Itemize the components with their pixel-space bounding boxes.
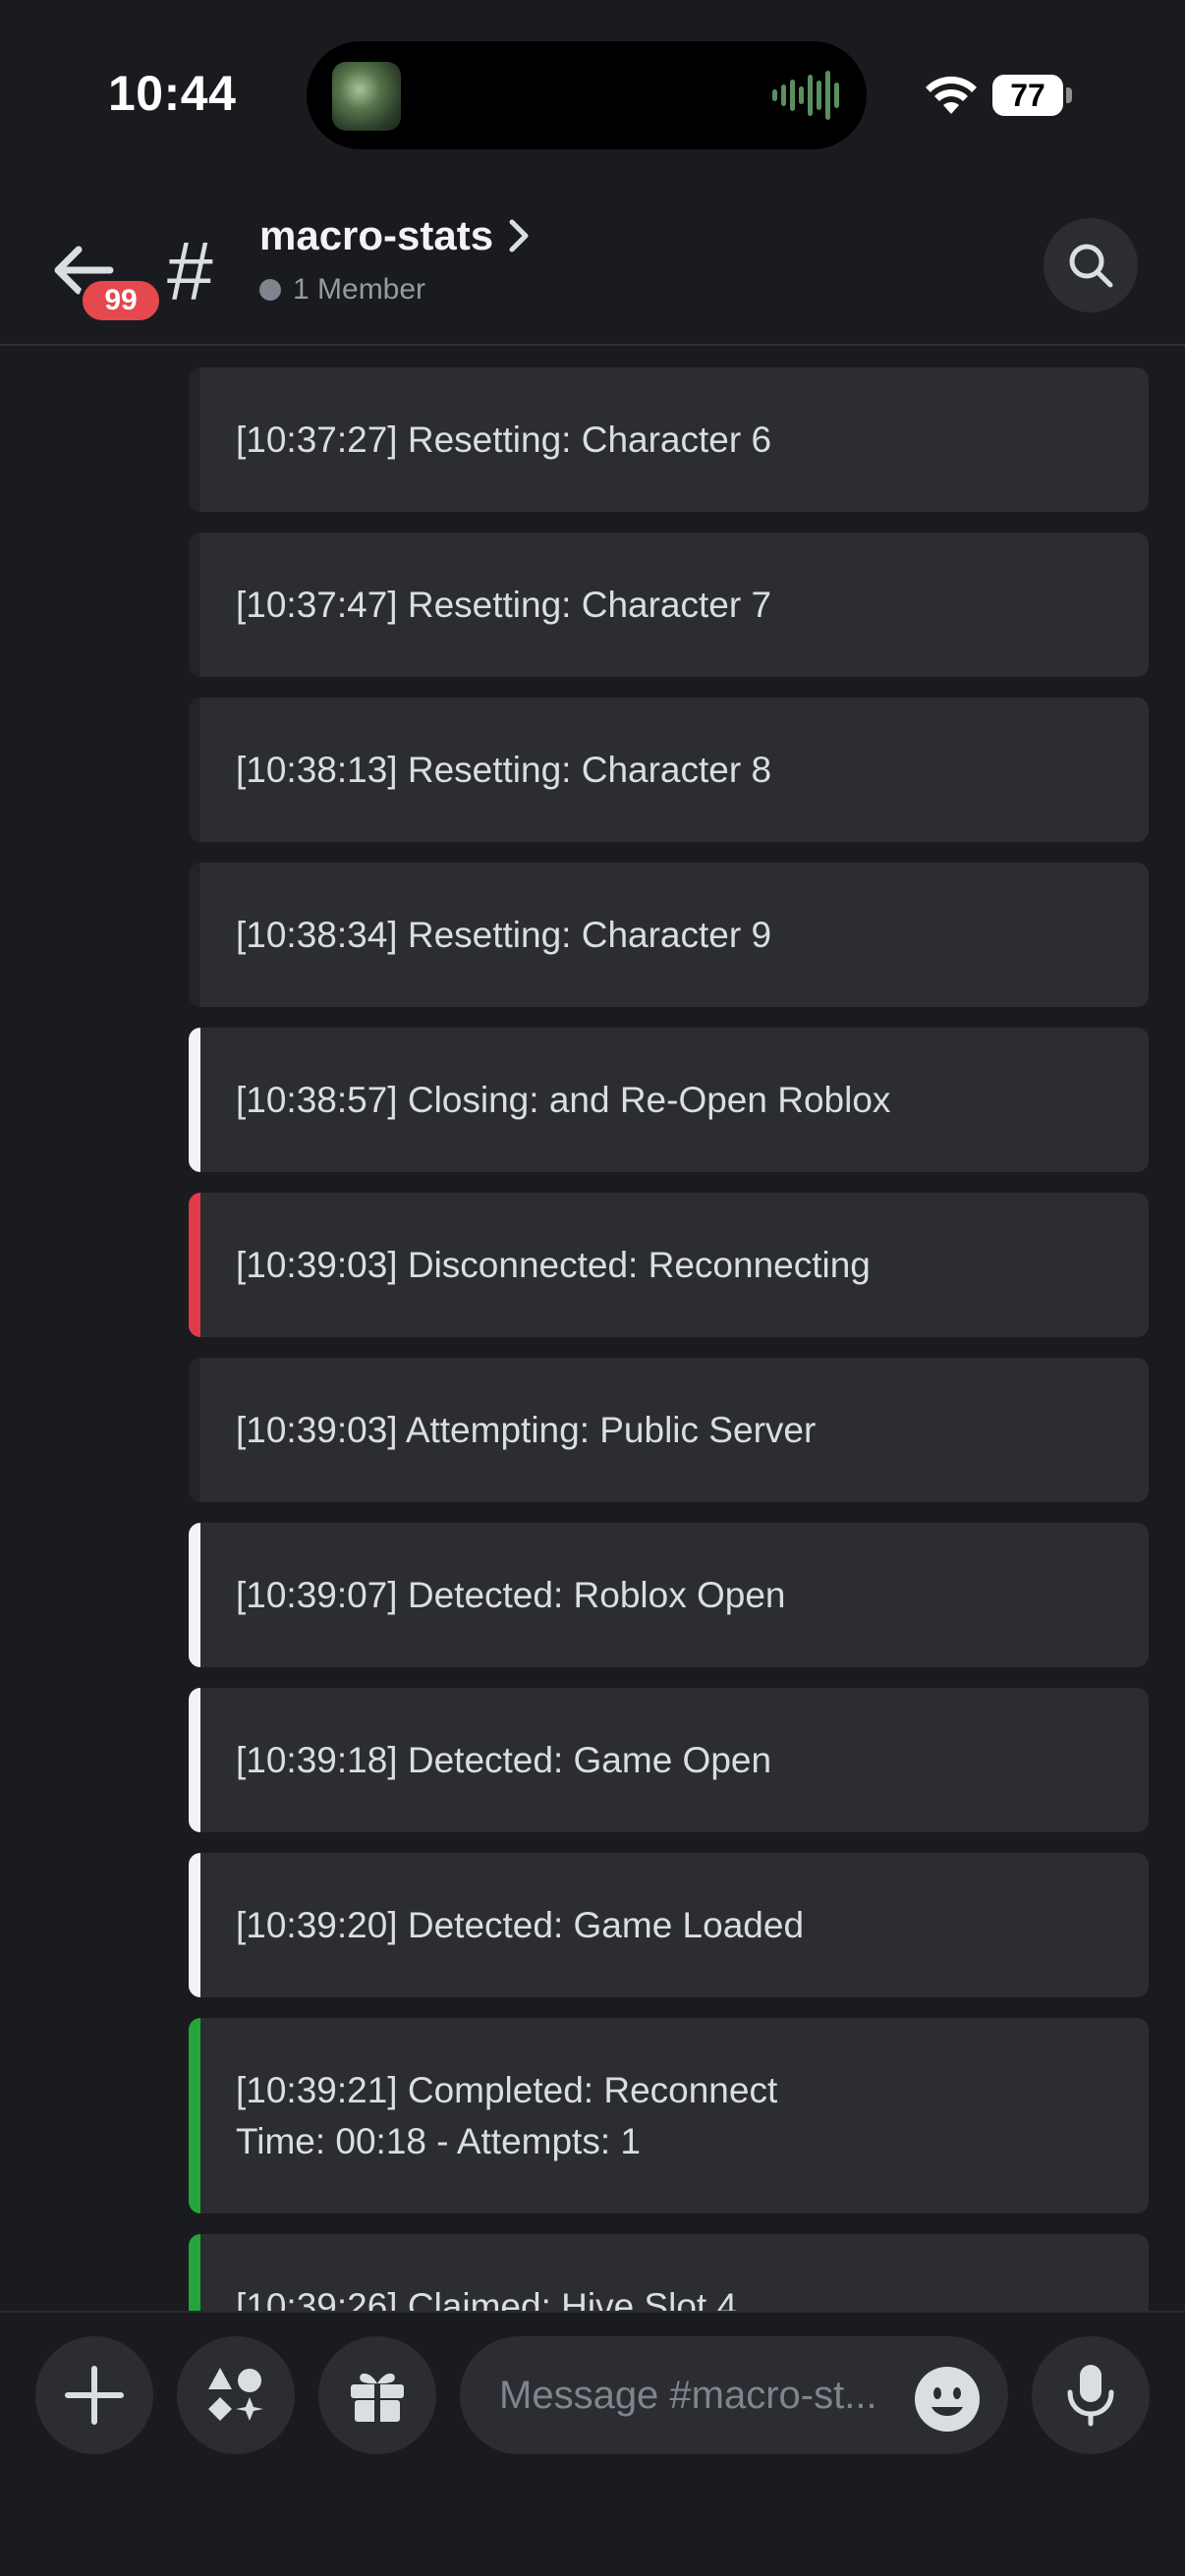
embed-message[interactable]: [10:39:03] Disconnected: Reconnecting — [189, 1193, 1149, 1337]
embed-text: Time: 00:18 - Attempts: 1 — [236, 2121, 641, 2161]
channel-name: macro-stats — [259, 212, 494, 258]
member-count[interactable]: 1 Member — [259, 273, 425, 307]
status-time: 10:44 — [108, 66, 237, 121]
embed-message[interactable]: [10:39:21] Completed: Reconnect Time: 00… — [189, 2018, 1149, 2213]
voice-message-button[interactable] — [1032, 2336, 1150, 2454]
status-bar: 10:44 77 — [0, 0, 1185, 187]
embed-text: [10:39:07] Detected: Roblox Open — [236, 1575, 786, 1615]
gift-button[interactable] — [318, 2336, 436, 2454]
battery-icon: 77 — [992, 75, 1072, 116]
embed-text: [10:38:57] Closing: and Re-Open Roblox — [236, 1080, 891, 1120]
embed-text: [10:39:21] Completed: Reconnect — [236, 2070, 778, 2110]
message-composer: Message #macro-st... — [0, 2311, 1185, 2576]
embed-message[interactable]: [10:39:20] Detected: Game Loaded — [189, 1853, 1149, 1997]
chevron-right-icon — [509, 219, 529, 252]
add-attachment-button[interactable] — [35, 2336, 153, 2454]
apps-icon — [208, 2368, 263, 2421]
channel-hash-icon: # — [167, 225, 213, 317]
wifi-icon — [926, 76, 977, 114]
embed-message[interactable]: [10:37:27] Resetting: Character 6 — [189, 367, 1149, 512]
channel-title[interactable]: macro-stats — [259, 212, 533, 259]
embed-text: [10:38:13] Resetting: Character 8 — [236, 750, 772, 790]
embed-message[interactable]: [10:38:13] Resetting: Character 8 — [189, 698, 1149, 842]
embed-message[interactable]: [10:38:34] Resetting: Character 9 — [189, 863, 1149, 1007]
apps-button[interactable] — [177, 2336, 295, 2454]
embed-message[interactable]: [10:39:26] Claimed: Hive Slot 4 — [189, 2234, 1149, 2311]
audio-waveform-icon — [772, 71, 839, 120]
channel-header: 99 # macro-stats 1 Member — [0, 187, 1185, 346]
embed-text: [10:37:27] Resetting: Character 6 — [236, 420, 772, 460]
unread-badge: 99 — [79, 277, 163, 324]
battery-level: 77 — [1010, 78, 1045, 113]
plus-icon — [65, 2366, 124, 2425]
message-list[interactable]: [10:37:27] Resetting: Character 6 [10:37… — [0, 348, 1185, 2311]
embed-text: [10:39:03] Attempting: Public Server — [236, 1410, 817, 1450]
embed-message[interactable]: [10:39:18] Detected: Game Open — [189, 1688, 1149, 1832]
embed-message[interactable]: [10:39:07] Detected: Roblox Open — [189, 1523, 1149, 1667]
message-input-placeholder: Message #macro-st... — [499, 2373, 877, 2417]
dynamic-island[interactable] — [307, 41, 867, 149]
embed-message[interactable]: [10:37:47] Resetting: Character 7 — [189, 532, 1149, 677]
search-button[interactable] — [1044, 218, 1138, 312]
microphone-icon — [1067, 2365, 1114, 2427]
search-icon — [1069, 244, 1113, 288]
embed-message[interactable]: [10:39:03] Attempting: Public Server — [189, 1358, 1149, 1502]
now-playing-thumbnail — [332, 62, 401, 131]
gift-icon — [351, 2373, 404, 2422]
embed-text: [10:39:18] Detected: Game Open — [236, 1740, 772, 1780]
embed-text: [10:39:03] Disconnected: Reconnecting — [236, 1245, 871, 1285]
status-dot — [259, 279, 281, 301]
embed-text: [10:39:20] Detected: Game Loaded — [236, 1905, 805, 1945]
embed-text: [10:38:34] Resetting: Character 9 — [236, 915, 772, 955]
embed-message[interactable]: [10:38:57] Closing: and Re-Open Roblox — [189, 1028, 1149, 1172]
embed-text: [10:39:26] Claimed: Hive Slot 4 — [236, 2286, 738, 2311]
emoji-icon[interactable] — [914, 2366, 981, 2433]
member-count-label: 1 Member — [293, 273, 426, 306]
embed-text: [10:37:47] Resetting: Character 7 — [236, 585, 772, 625]
